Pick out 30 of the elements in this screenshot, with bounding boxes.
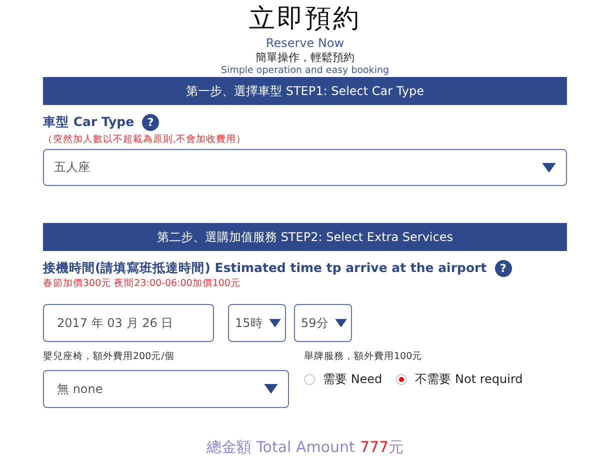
caret-icon <box>542 162 556 172</box>
total-label: 總金額 Total Amount <box>206 438 355 456</box>
step-heading: 第二步、選購加值服務 STEP2: Select Extra Services <box>43 223 567 251</box>
currency-unit: 元 <box>388 438 404 456</box>
caret-icon <box>269 318 281 328</box>
note-text: 春節加價300元 夜間23:00-06:00加價100元 <box>43 277 242 290</box>
child-seat-select[interactable]: 無 none <box>43 370 289 408</box>
radio-label: 需要 Need <box>323 371 382 388</box>
field-label: 接機時間(請填寫班抵達時間) Estimated time tp arrive at the airport <box>43 260 487 277</box>
tagline: 簡單操作，輕鬆預約 <box>256 51 354 65</box>
caret-icon <box>335 318 347 328</box>
field-label: 嬰兒座椅，額外費用200元/個 <box>43 350 176 363</box>
caret-icon <box>264 384 278 394</box>
field-label: 車型 Car Type <box>43 114 134 131</box>
page-title: 立即預約 <box>249 3 361 36</box>
date-field[interactable]: 2017 年 03 月 26 日 <box>43 304 214 342</box>
radio-button[interactable] <box>396 374 408 385</box>
tagline: Simple operation and easy booking <box>220 65 390 77</box>
page-subtitle: Reserve Now <box>266 36 344 51</box>
car-type-select[interactable]: 五人座 <box>43 149 567 186</box>
radio-button[interactable] <box>304 374 315 385</box>
total-amount: 777 <box>360 438 389 456</box>
radio-option[interactable]: 需要 Need <box>304 371 382 388</box>
note-text: （突然加人數以不超載為原則,不會加收費用） <box>43 133 248 146</box>
step-heading: 第一步、選擇車型 STEP1: Select Car Type <box>43 77 567 105</box>
field-label: 舉牌服務，額外費用100元 <box>304 350 424 363</box>
help-button[interactable]: ? <box>142 114 160 131</box>
minute-select[interactable]: 59分 <box>294 304 352 342</box>
hour-select[interactable]: 15時 <box>228 304 286 342</box>
help-button[interactable]: ? <box>494 260 512 277</box>
